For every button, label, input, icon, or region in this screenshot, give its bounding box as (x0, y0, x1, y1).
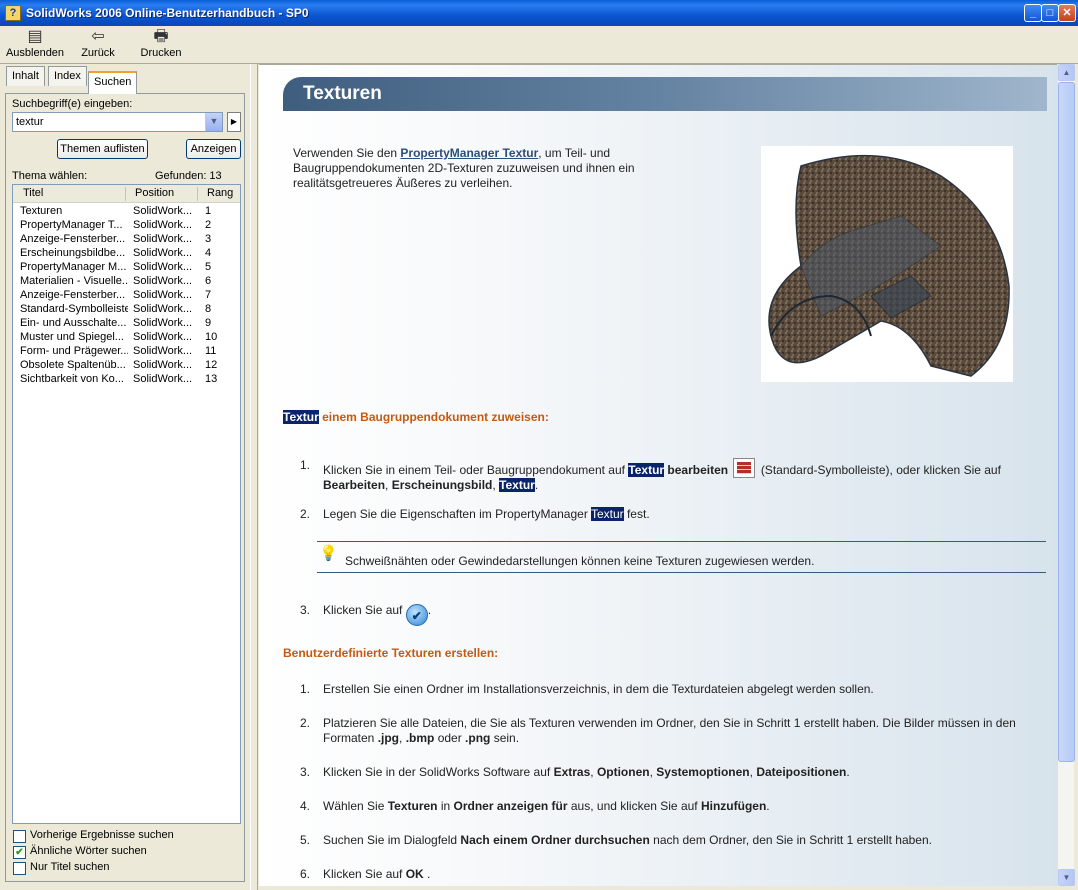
checkbox-label: Vorherige Ergebnisse suchen (30, 829, 174, 841)
column-separator (125, 187, 126, 201)
minimize-button[interactable]: _ (1024, 4, 1042, 22)
hide-button-label: Ausblenden (5, 47, 65, 59)
similar-words-checkbox[interactable]: ✔ Ähnliche Wörter suchen (13, 845, 213, 859)
result-row[interactable]: Standard-Symbolleiste SolidWork... 8 (13, 303, 240, 317)
window-title: SolidWorks 2006 Online-Benutzerhandbuch … (26, 6, 309, 20)
step-number: 3. (299, 603, 310, 617)
tip-bottom-rule (317, 572, 1046, 573)
results-header: Titel Position Rang (13, 185, 240, 203)
tip-text: Schweißnähten oder Gewindedarstellungen … (345, 554, 815, 568)
checkbox-label: Ähnliche Wörter suchen (30, 845, 147, 857)
page-title: Texturen (303, 83, 382, 104)
print-button-label: Drucken (140, 47, 182, 59)
topic-banner: Texturen (283, 77, 1047, 111)
custom-step-6: Klicken Sie auf OK . (323, 867, 431, 881)
tip-top-rule (317, 541, 1046, 542)
step-number: 5. (299, 833, 310, 847)
search-panel: Suchbegriff(e) eingeben: textur ▼ ▶ Them… (5, 93, 245, 882)
custom-step-5: Suchen Sie im Dialogfeld Nach einem Ordn… (323, 833, 932, 847)
step-number: 2. (299, 716, 310, 730)
textured-part-illustration (768, 154, 1010, 377)
propertymanager-link[interactable]: PropertyManager Textur (400, 146, 538, 160)
step-number: 3. (299, 765, 310, 779)
column-separator (197, 187, 198, 201)
printer-icon: 🖶 (153, 28, 169, 45)
result-row[interactable]: Anzeige-Fensterber... SolidWork... 7 (13, 289, 240, 303)
search-input-value: textur (16, 116, 44, 128)
custom-step-4: Wählen Sie Texturen in Ordner anzeigen f… (323, 799, 770, 813)
search-input[interactable]: textur ▼ (12, 112, 223, 132)
tab-index[interactable]: Index (48, 66, 87, 86)
column-title[interactable]: Titel (23, 187, 43, 199)
result-row[interactable]: Form- und Prägewer... SolidWork... 11 (13, 345, 240, 359)
result-row[interactable]: Obsolete Spaltenüb... SolidWork... 12 (13, 359, 240, 373)
maximize-button[interactable]: □ (1041, 4, 1059, 22)
step-3-text: Klicken Sie auf ✔. (323, 603, 431, 626)
column-position[interactable]: Position (135, 187, 174, 199)
found-count: Gefunden: 13 (155, 170, 222, 182)
print-button[interactable]: 🖶 Drucken (136, 27, 186, 63)
step-number: 6. (299, 867, 310, 881)
step-2-text: Legen Sie die Eigenschaften im PropertyM… (323, 507, 650, 521)
custom-step-1: Erstellen Sie einen Ordner im Installati… (323, 682, 874, 696)
close-button[interactable]: ✕ (1058, 4, 1076, 22)
back-arrow-icon: ⇦ (91, 28, 105, 45)
hide-button[interactable]: ▤ Ausblenden (4, 27, 66, 63)
navigation-pane: Inhalt Index Suchen Suchbegriff(e) einge… (0, 64, 250, 890)
step-number: 2. (299, 507, 310, 521)
textured-part-image (761, 146, 1013, 382)
custom-step-3: Klicken Sie in der SolidWorks Software a… (323, 765, 850, 779)
checkmark-icon[interactable]: ✔ (13, 846, 26, 859)
help-book-icon: ? (5, 5, 21, 21)
list-topics-button[interactable]: Themen auflisten (57, 139, 148, 159)
result-row[interactable]: Muster und Spiegel... SolidWork... 10 (13, 331, 240, 345)
scrollbar-thumb[interactable] (1058, 82, 1075, 762)
checkbox-box[interactable] (13, 862, 26, 875)
section-heading-assign: Textur einem Baugruppendokument zuweisen… (283, 410, 549, 424)
step-1-text: Klicken Sie in einem Teil- oder Baugrupp… (323, 458, 1043, 493)
toolbar: ▤ Ausblenden ⇦ Zurück 🖶 Drucken (0, 26, 1078, 64)
result-row[interactable]: Sichtbarkeit von Ko... SolidWork... 13 (13, 373, 240, 387)
step-number: 4. (299, 799, 310, 813)
title-bar: ? SolidWorks 2006 Online-Benutzerhandbuc… (0, 0, 1078, 26)
ok-checkmark-icon[interactable]: ✔ (405, 604, 428, 626)
intro-paragraph: Verwenden Sie den PropertyManager Textur… (293, 146, 635, 190)
scroll-down-arrow-icon[interactable]: ▼ (1058, 869, 1075, 886)
result-row[interactable]: Texturen SolidWork... 1 (13, 205, 240, 219)
checkbox-label: Nur Titel suchen (30, 861, 110, 873)
result-row[interactable]: Erscheinungsbildbe... SolidWork... 4 (13, 247, 240, 261)
result-row[interactable]: Anzeige-Fensterber... SolidWork... 3 (13, 233, 240, 247)
search-go-button[interactable]: ▶ (227, 112, 241, 132)
checkbox-box[interactable] (13, 830, 26, 843)
titles-only-checkbox[interactable]: Nur Titel suchen (13, 861, 213, 875)
dropdown-arrow-icon[interactable]: ▼ (205, 113, 222, 131)
show-button[interactable]: Anzeigen (186, 139, 241, 159)
edit-texture-icon[interactable] (733, 458, 756, 478)
back-button[interactable]: ⇦ Zurück (76, 27, 120, 63)
search-previous-results-checkbox[interactable]: Vorherige Ergebnisse suchen (13, 829, 213, 843)
result-row[interactable]: PropertyManager M... SolidWork... 5 (13, 261, 240, 275)
lightbulb-tip-icon: 💡 (319, 545, 338, 562)
help-content: Texturen Verwenden Sie den PropertyManag… (259, 64, 1057, 886)
custom-step-2: Platzieren Sie alle Dateien, die Sie als… (323, 716, 1016, 745)
column-rank[interactable]: Rang (207, 187, 233, 199)
section-heading-custom: Benutzerdefinierte Texturen erstellen: (283, 646, 499, 660)
back-button-label: Zurück (81, 47, 115, 59)
result-row[interactable]: Materialien - Visuelle... SolidWork... 6 (13, 275, 240, 289)
search-label: Suchbegriff(e) eingeben: (12, 98, 133, 110)
scroll-up-arrow-icon[interactable]: ▲ (1058, 64, 1075, 81)
results-list[interactable]: Titel Position Rang Texturen SolidWork...… (12, 184, 241, 824)
step-number: 1. (299, 682, 310, 696)
content-scrollbar[interactable]: ▲ ▼ (1057, 64, 1075, 886)
hide-pane-icon: ▤ (27, 28, 43, 45)
topic-label: Thema wählen: (12, 170, 88, 182)
result-row[interactable]: Ein- und Ausschalte... SolidWork... 9 (13, 317, 240, 331)
tab-search[interactable]: Suchen (88, 71, 138, 94)
pane-splitter[interactable] (250, 64, 258, 890)
tab-contents[interactable]: Inhalt (6, 66, 45, 86)
step-number: 1. (299, 458, 310, 472)
result-row[interactable]: PropertyManager T... SolidWork... 2 (13, 219, 240, 233)
